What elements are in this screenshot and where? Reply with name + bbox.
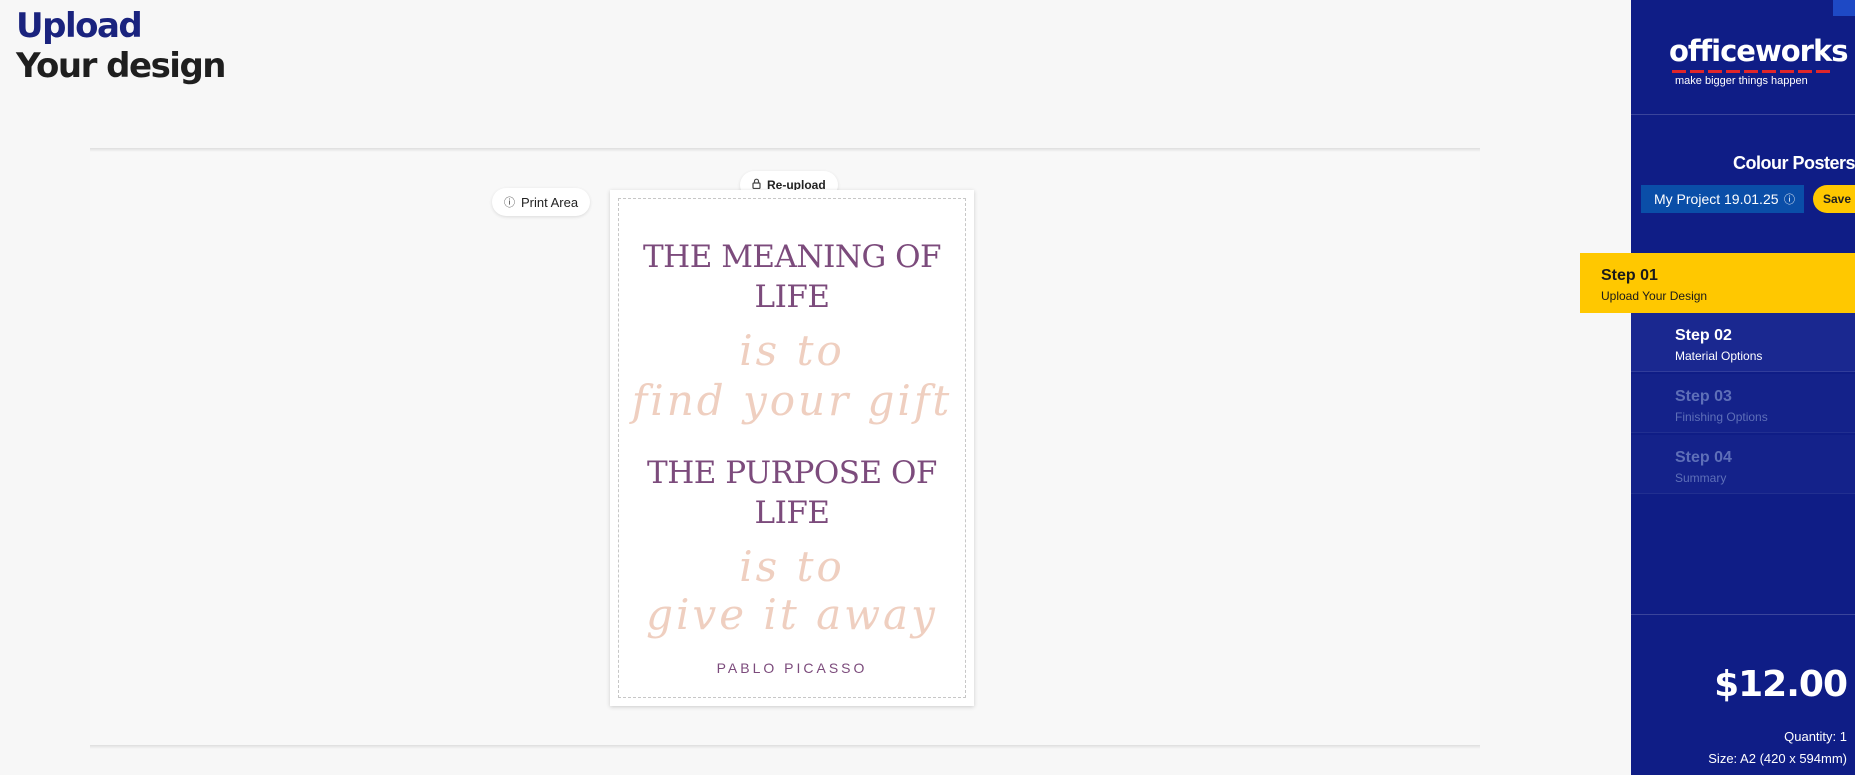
project-name-input[interactable] (1654, 191, 1779, 207)
quantity-text: Quantity: 1 (1784, 729, 1847, 744)
step-02-material[interactable]: Step 02 Material Options (1631, 313, 1855, 372)
product-name: Colour Posters (1732, 153, 1855, 173)
poster-preview: THE MEANING OF LIFE is to find your gift… (610, 190, 974, 706)
page-title-line1: Upload (16, 6, 143, 46)
poster-script-is-to-1: is to (739, 326, 845, 375)
poster-script-find-your-gift: find your gift (631, 376, 953, 425)
canvas-bottom-divider (90, 745, 1480, 749)
print-area-label: Print Area (521, 194, 579, 210)
poster-line-purpose: THE PURPOSE OF (647, 455, 937, 491)
poster-line-meaning: THE MEANING OF (643, 239, 942, 275)
page-title: Upload Your design (16, 6, 227, 86)
poster-author: PABLO PICASSO (716, 660, 868, 676)
poster-line-life-1: LIFE (754, 279, 830, 315)
officeworks-logo[interactable]: officeworks make bigger things happen (1631, 0, 1855, 115)
info-icon[interactable]: ⓘ (1784, 191, 1795, 207)
step-label: Upload Your Design (1601, 289, 1708, 303)
step-number: Step 01 (1601, 267, 1658, 284)
print-area-toggle[interactable]: ⓘ Print Area (492, 188, 591, 216)
step-number: Step 02 (1675, 327, 1732, 344)
step-01-upload[interactable]: Step 01 Upload Your Design (1580, 253, 1855, 313)
step-label: Finishing Options (1675, 410, 1768, 424)
logo-dashed-underline (1672, 70, 1832, 73)
step-label: Summary (1675, 471, 1727, 485)
poster-script-is-to-2: is to (739, 542, 845, 591)
step-number: Step 04 (1675, 449, 1732, 466)
price-total: $12.00 (1714, 664, 1848, 705)
step-03-finishing[interactable]: Step 03 Finishing Options (1631, 374, 1855, 433)
step-label: Material Options (1675, 349, 1763, 363)
save-button[interactable]: Save (1813, 185, 1855, 213)
logo-tagline: make bigger things happen (1675, 75, 1808, 87)
canvas-top-divider (90, 148, 1480, 152)
order-sidebar: officeworks make bigger things happen Co… (1580, 0, 1855, 775)
size-text: Size: A2 (420 x 594mm) (1708, 751, 1847, 766)
page-title-line2: Your design (16, 46, 227, 86)
logo-wordmark: officeworks (1669, 34, 1849, 68)
step-number: Step 03 (1675, 388, 1732, 405)
poster-line-life-2: LIFE (754, 495, 830, 531)
info-icon: ⓘ (504, 197, 515, 209)
price-divider (1631, 614, 1855, 615)
project-name-field[interactable]: ⓘ (1641, 185, 1804, 213)
poster-script-give-it-away: give it away (646, 590, 938, 639)
step-04-summary[interactable]: Step 04 Summary (1631, 435, 1855, 494)
